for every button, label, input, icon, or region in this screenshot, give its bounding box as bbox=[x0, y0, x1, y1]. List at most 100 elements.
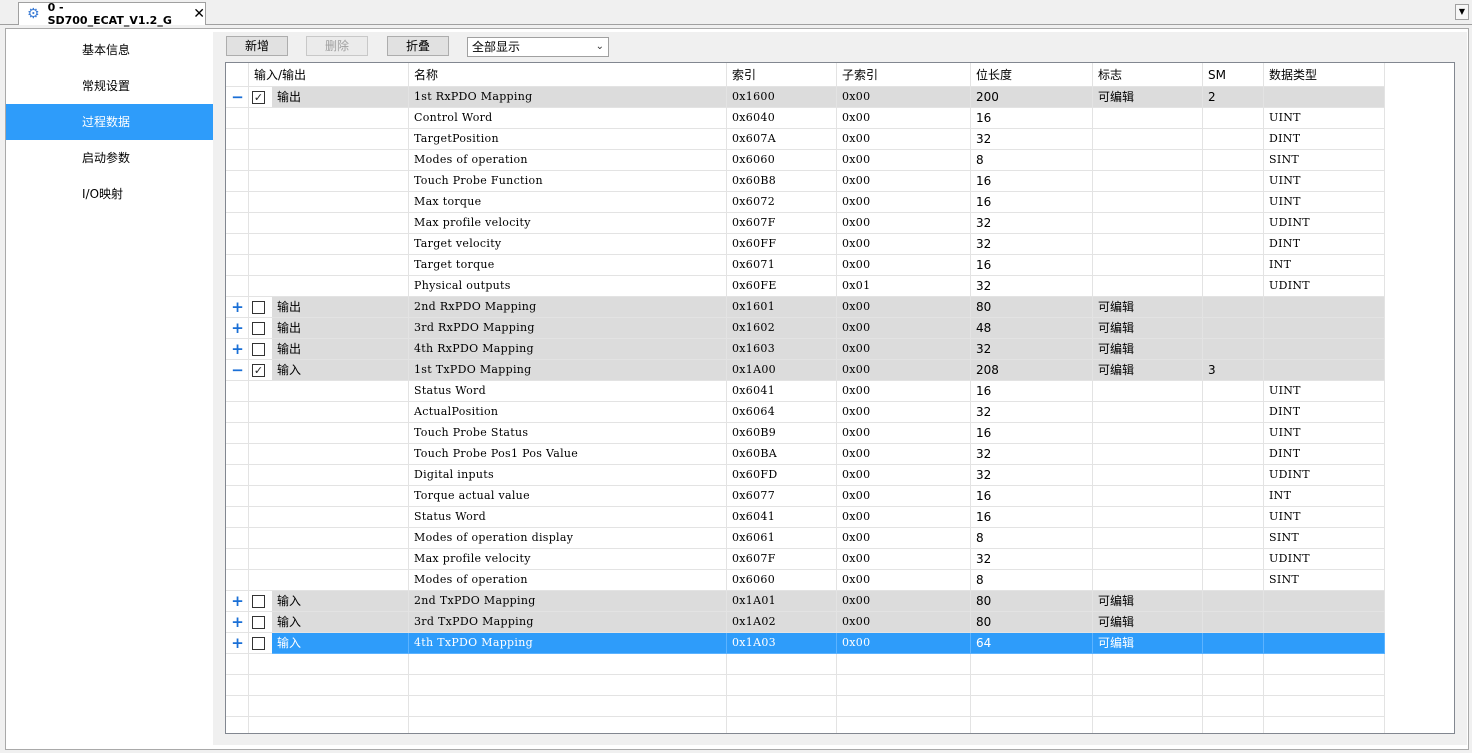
pdo-group-row[interactable]: + 输出 2nd RxPDO Mapping 0x1601 0x00 80 可编辑 bbox=[226, 297, 1454, 318]
cell-sm bbox=[1203, 570, 1264, 591]
pdo-entry-row[interactable]: Target torque 0x6071 0x00 16 INT bbox=[226, 255, 1454, 276]
cell-sm: 2 bbox=[1203, 87, 1264, 108]
pdo-entry-row[interactable]: Status Word 0x6041 0x00 16 UINT bbox=[226, 507, 1454, 528]
tab-list-dropdown-button[interactable]: ▼ bbox=[1455, 4, 1469, 20]
cell-sub: 0x00 bbox=[837, 129, 971, 150]
pdo-group-row[interactable]: − ✓ 输出 1st RxPDO Mapping 0x1600 0x00 200 可编辑 2 bbox=[226, 87, 1454, 108]
pdo-group-row[interactable]: + 输出 4th RxPDO Mapping 0x1603 0x00 32 可编辑 bbox=[226, 339, 1454, 360]
row-checkbox-cell bbox=[249, 570, 272, 591]
expand-icon[interactable]: + bbox=[226, 612, 248, 632]
cell-bits bbox=[971, 654, 1093, 675]
row-checkbox-cell bbox=[249, 381, 272, 402]
cell-sm bbox=[1203, 381, 1264, 402]
column-header-subindex[interactable]: 子索引 bbox=[837, 63, 971, 87]
pdo-entry-row[interactable]: Physical outputs 0x60FE 0x01 32 UDINT bbox=[226, 276, 1454, 297]
cell-flag bbox=[1093, 486, 1203, 507]
row-expander-cell: + bbox=[226, 339, 249, 360]
expand-icon[interactable]: + bbox=[226, 591, 248, 611]
cell-name: 3rd RxPDO Mapping bbox=[409, 318, 727, 339]
pdo-entry-row[interactable]: Touch Probe Pos1 Pos Value 0x60BA 0x00 32 DI… bbox=[226, 444, 1454, 465]
sidebar-item-io-mapping[interactable]: I/O映射 bbox=[6, 176, 213, 212]
sidebar-item-process-data[interactable]: 过程数据 bbox=[6, 104, 213, 140]
expand-icon[interactable]: + bbox=[226, 297, 248, 317]
cell-flag bbox=[1093, 717, 1203, 733]
cell-bits: 32 bbox=[971, 465, 1093, 486]
pdo-enable-checkbox[interactable] bbox=[252, 637, 265, 650]
row-expander-cell bbox=[226, 192, 249, 213]
column-header-bit-length[interactable]: 位长度 bbox=[971, 63, 1093, 87]
cell-io bbox=[272, 402, 409, 423]
pdo-enable-checkbox[interactable]: ✓ bbox=[252, 91, 265, 104]
pdo-entry-row[interactable]: TargetPosition 0x607A 0x00 32 DINT bbox=[226, 129, 1454, 150]
display-filter-select[interactable]: 全部显示 ⌄ bbox=[467, 37, 609, 57]
delete-button[interactable]: 删除 bbox=[306, 36, 368, 56]
cell-sub bbox=[837, 675, 971, 696]
cell-bits: 32 bbox=[971, 213, 1093, 234]
cell-sub: 0x00 bbox=[837, 255, 971, 276]
pdo-entry-row[interactable]: Max profile velocity 0x607F 0x00 32 UDINT bbox=[226, 213, 1454, 234]
cell-index: 0x6041 bbox=[727, 381, 837, 402]
close-icon[interactable]: ✕ bbox=[193, 7, 205, 21]
pdo-group-row[interactable]: − ✓ 输入 1st TxPDO Mapping 0x1A00 0x00 208 可编辑 3 bbox=[226, 360, 1454, 381]
cell-type: DINT bbox=[1264, 234, 1385, 255]
column-header-sm[interactable]: SM bbox=[1203, 63, 1264, 87]
pdo-enable-checkbox[interactable]: ✓ bbox=[252, 364, 265, 377]
cell-bits: 208 bbox=[971, 360, 1093, 381]
collapse-icon[interactable]: − bbox=[226, 87, 248, 107]
pdo-entry-row[interactable]: ActualPosition 0x6064 0x00 32 DINT bbox=[226, 402, 1454, 423]
pdo-entry-row[interactable]: Modes of operation display 0x6061 0x00 8 SIN… bbox=[226, 528, 1454, 549]
pdo-enable-checkbox[interactable] bbox=[252, 616, 265, 629]
sidebar-item-general-settings[interactable]: 常规设置 bbox=[6, 68, 213, 104]
pdo-entry-row[interactable]: Modes of operation 0x6060 0x00 8 SINT bbox=[226, 150, 1454, 171]
expand-icon[interactable]: + bbox=[226, 318, 248, 338]
cell-bits bbox=[971, 696, 1093, 717]
pdo-entry-row[interactable]: Control Word 0x6040 0x00 16 UINT bbox=[226, 108, 1454, 129]
cell-type: UINT bbox=[1264, 381, 1385, 402]
cell-index: 0x607F bbox=[727, 213, 837, 234]
cell-sub: 0x00 bbox=[837, 150, 971, 171]
cell-name: Modes of operation bbox=[409, 570, 727, 591]
cell-name: Max profile velocity bbox=[409, 213, 727, 234]
sidebar-item-startup-params[interactable]: 启动参数 bbox=[6, 140, 213, 176]
pdo-entry-row[interactable]: Target velocity 0x60FF 0x00 32 DINT bbox=[226, 234, 1454, 255]
sidebar-item-basic-info[interactable]: 基本信息 bbox=[6, 32, 213, 68]
column-header-name[interactable]: 名称 bbox=[409, 63, 727, 87]
pdo-entry-row[interactable]: Touch Probe Function 0x60B8 0x00 16 UINT bbox=[226, 171, 1454, 192]
column-header-io[interactable]: 输入/输出 bbox=[249, 63, 409, 87]
pdo-entry-row[interactable]: Modes of operation 0x6060 0x00 8 SINT bbox=[226, 570, 1454, 591]
cell-io bbox=[272, 423, 409, 444]
pdo-group-row[interactable]: + 输入 2nd TxPDO Mapping 0x1A01 0x00 80 可编辑 bbox=[226, 591, 1454, 612]
column-header-flag[interactable]: 标志 bbox=[1093, 63, 1203, 87]
pdo-enable-checkbox[interactable] bbox=[252, 595, 265, 608]
fold-button[interactable]: 折叠 bbox=[387, 36, 449, 56]
row-checkbox-cell bbox=[249, 612, 272, 633]
pdo-group-row[interactable]: + 输入 4th TxPDO Mapping 0x1A03 0x00 64 可编辑 bbox=[226, 633, 1454, 654]
cell-name: Modes of operation display bbox=[409, 528, 727, 549]
pdo-entry-row[interactable]: Torque actual value 0x6077 0x00 16 INT bbox=[226, 486, 1454, 507]
column-header-index[interactable]: 索引 bbox=[727, 63, 837, 87]
pdo-group-row[interactable]: + 输出 3rd RxPDO Mapping 0x1602 0x00 48 可编辑 bbox=[226, 318, 1454, 339]
pdo-enable-checkbox[interactable] bbox=[252, 322, 265, 335]
pdo-entry-row[interactable]: Max profile velocity 0x607F 0x00 32 UDINT bbox=[226, 549, 1454, 570]
collapse-icon[interactable]: − bbox=[226, 360, 248, 380]
pdo-enable-checkbox[interactable] bbox=[252, 343, 265, 356]
empty-row bbox=[226, 717, 1454, 733]
row-checkbox-cell bbox=[249, 444, 272, 465]
cell-name: Touch Probe Function bbox=[409, 171, 727, 192]
pdo-entry-row[interactable]: Status Word 0x6041 0x00 16 UINT bbox=[226, 381, 1454, 402]
pdo-entry-row[interactable]: Digital inputs 0x60FD 0x00 32 UDINT bbox=[226, 465, 1454, 486]
cell-bits bbox=[971, 717, 1093, 733]
pdo-table: 输入/输出 名称 索引 子索引 位长度 标志 SM 数据类型 − ✓ 输出 1st R… bbox=[225, 62, 1455, 734]
pdo-entry-row[interactable]: Max torque 0x6072 0x00 16 UINT bbox=[226, 192, 1454, 213]
add-button[interactable]: 新增 bbox=[226, 36, 288, 56]
pdo-group-row[interactable]: + 输入 3rd TxPDO Mapping 0x1A02 0x00 80 可编辑 bbox=[226, 612, 1454, 633]
column-header-data-type[interactable]: 数据类型 bbox=[1264, 63, 1385, 87]
cell-sm bbox=[1203, 591, 1264, 612]
document-tab[interactable]: ⚙ 0 - SD700_ECAT_V1.2_G ✕ bbox=[18, 1, 206, 27]
pdo-enable-checkbox[interactable] bbox=[252, 301, 265, 314]
pdo-entry-row[interactable]: Touch Probe Status 0x60B9 0x00 16 UINT bbox=[226, 423, 1454, 444]
cell-sm bbox=[1203, 108, 1264, 129]
expand-icon[interactable]: + bbox=[226, 339, 248, 359]
cell-io bbox=[272, 675, 409, 696]
expand-icon[interactable]: + bbox=[226, 633, 248, 653]
